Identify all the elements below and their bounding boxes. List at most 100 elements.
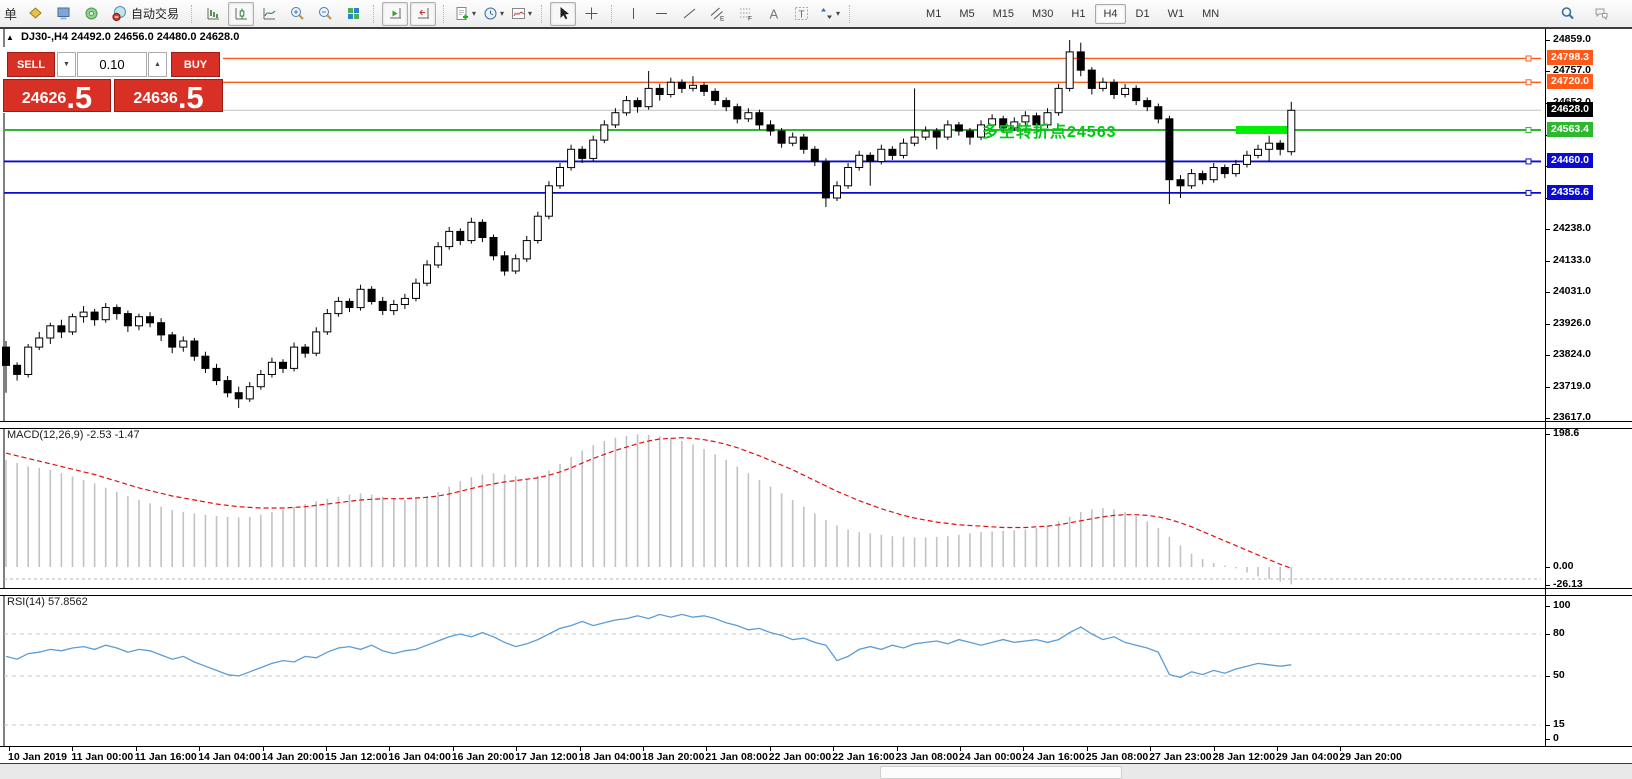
market-watch-icon[interactable] [50, 2, 76, 26]
timeframe-m1[interactable]: M1 [918, 4, 949, 24]
ohlc-readout: 24492.0 24656.0 24480.0 24628.0 [71, 31, 239, 43]
rsi-pane-divider[interactable] [0, 588, 1632, 596]
collapse-icon[interactable]: ▲ [6, 33, 14, 42]
candlestick-icon[interactable] [228, 2, 254, 26]
time-tick-label: 18 Jan 20:00 [642, 751, 704, 763]
price-tick-label: 23926.0 [1553, 317, 1591, 329]
toolbar: 单 自动交易 ▾ ▾ ▾ E F A T ▾ M1M5M15M30H1H4D1W1MN [0, 0, 1632, 27]
timeframe-d1[interactable]: D1 [1128, 4, 1158, 24]
zoom-in-icon[interactable] [284, 2, 310, 26]
periods-icon[interactable]: ▾ [480, 2, 506, 26]
search-icon[interactable] [1554, 2, 1580, 26]
price-tick-mark [1545, 387, 1550, 388]
templates-icon[interactable]: ▾ [508, 2, 534, 26]
macd-label: MACD(12,26,9) -2.53 -1.47 [7, 429, 140, 441]
rsi-tick-label: 15 [1553, 718, 1565, 730]
pivot-annotation: 多空转折点24563 [982, 118, 1117, 142]
time-axis-line [0, 746, 1632, 747]
hline-icon[interactable] [648, 2, 674, 26]
volume-increase-button[interactable]: ▲ [148, 52, 167, 77]
rsi-pane[interactable] [0, 594, 1545, 746]
time-tick-label: 16 Jan 20:00 [452, 751, 514, 763]
mt4-window: 单 自动交易 ▾ ▾ ▾ E F A T ▾ M1M5M15M30H1H4D1W1MN ▲ DJ3… [0, 0, 1632, 779]
timeframe-m5[interactable]: M5 [951, 4, 982, 24]
time-tick-label: 25 Jan 08:00 [1086, 751, 1148, 763]
rsi-tick-mark [1545, 739, 1550, 740]
time-tick-label: 22 Jan 00:00 [769, 751, 831, 763]
dropdown-caret-icon[interactable]: ▾ [500, 9, 504, 18]
line-chart-icon[interactable] [256, 2, 282, 26]
macd-pane[interactable] [0, 427, 1545, 588]
price-tick-label: 24238.0 [1553, 222, 1591, 234]
buy-button[interactable]: BUY [171, 52, 220, 77]
macd-pane-divider[interactable] [0, 421, 1632, 429]
time-tick-label: 22 Jan 16:00 [832, 751, 894, 763]
channel-icon[interactable]: E [704, 2, 730, 26]
crosshair-icon[interactable] [578, 2, 604, 26]
timeframe-mn[interactable]: MN [1194, 4, 1227, 24]
time-tick-label: 17 Jan 12:00 [515, 751, 577, 763]
autoscroll-icon[interactable] [382, 2, 408, 26]
timeframe-group: M1M5M15M30H1H4D1W1MN [918, 4, 1227, 24]
rsi-tick-label: 80 [1553, 627, 1565, 639]
toolbar-right [1554, 2, 1628, 26]
buy-price[interactable]: 24636 .5 [114, 79, 223, 112]
svg-text:E: E [720, 16, 725, 23]
bottom-scrollbar-thumb[interactable] [880, 766, 1122, 779]
timeframe-m30[interactable]: M30 [1024, 4, 1061, 24]
chart-shift-icon[interactable] [410, 2, 436, 26]
time-tick-label: 11 Jan 16:00 [135, 751, 197, 763]
time-tick-label: 11 Jan 00:00 [71, 751, 133, 763]
indicators-icon[interactable]: ▾ [452, 2, 478, 26]
price-level-badge: 24563.4 [1547, 122, 1593, 137]
new-chart-icon[interactable] [22, 2, 48, 26]
price-tick-mark [1545, 261, 1550, 262]
vline-icon[interactable] [620, 2, 646, 26]
toolbar-separator [611, 5, 613, 23]
price-tick-label: 24859.0 [1553, 33, 1591, 45]
price-level-badge: 24798.3 [1547, 50, 1593, 65]
toolbar-separator [191, 5, 193, 23]
dropdown-caret-icon[interactable]: ▾ [472, 9, 476, 18]
tile-windows-icon[interactable] [340, 2, 366, 26]
price-tick-label: 23824.0 [1553, 348, 1591, 360]
time-tick-label: 18 Jan 04:00 [579, 751, 641, 763]
svg-text:T: T [798, 10, 804, 21]
fibonacci-icon[interactable]: F [732, 2, 758, 26]
time-tick-label: 23 Jan 08:00 [896, 751, 958, 763]
dropdown-caret-icon[interactable]: ▾ [528, 9, 532, 18]
bar-chart-icon[interactable] [200, 2, 226, 26]
arrows-icon[interactable]: ▾ [816, 2, 842, 26]
volume-decrease-button[interactable]: ▼ [57, 52, 76, 77]
navigator-icon[interactable] [78, 2, 104, 26]
trendline-icon[interactable] [676, 2, 702, 26]
cursor-icon[interactable] [550, 2, 576, 26]
sell-price[interactable]: 24626 .5 [3, 79, 111, 112]
toolbar-separator [541, 5, 543, 23]
rsi-tick-mark [1545, 676, 1550, 677]
main-chart-pane[interactable] [0, 29, 1545, 421]
price-tick-mark [1545, 40, 1550, 41]
svg-text:F: F [748, 16, 752, 23]
price-tick-label: 23617.0 [1553, 411, 1591, 423]
sell-button[interactable]: SELL [7, 52, 55, 77]
zoom-out-icon[interactable] [312, 2, 338, 26]
buy-price-main: 24636 [133, 91, 178, 107]
timeframe-w1[interactable]: W1 [1160, 4, 1193, 24]
timeframe-h4[interactable]: H4 [1095, 4, 1125, 24]
chat-icon[interactable] [1588, 2, 1614, 26]
symbol-period-label: DJ30-,H4 [21, 31, 68, 43]
dropdown-caret-icon[interactable]: ▾ [836, 9, 840, 18]
price-level-badge: 24356.6 [1547, 185, 1593, 200]
buy-price-fraction: .5 [178, 85, 204, 110]
new-order-button[interactable]: 单 [4, 4, 17, 23]
autotrading-icon[interactable]: 自动交易 [106, 2, 184, 26]
price-tick-mark [1545, 418, 1550, 419]
rsi-tick-mark [1545, 634, 1550, 635]
price-tick-mark [1545, 229, 1550, 230]
timeframe-m15[interactable]: M15 [985, 4, 1022, 24]
label-icon[interactable]: T [788, 2, 814, 26]
text-icon[interactable]: A [760, 2, 786, 26]
timeframe-h1[interactable]: H1 [1063, 4, 1093, 24]
volume-input[interactable] [77, 52, 147, 77]
